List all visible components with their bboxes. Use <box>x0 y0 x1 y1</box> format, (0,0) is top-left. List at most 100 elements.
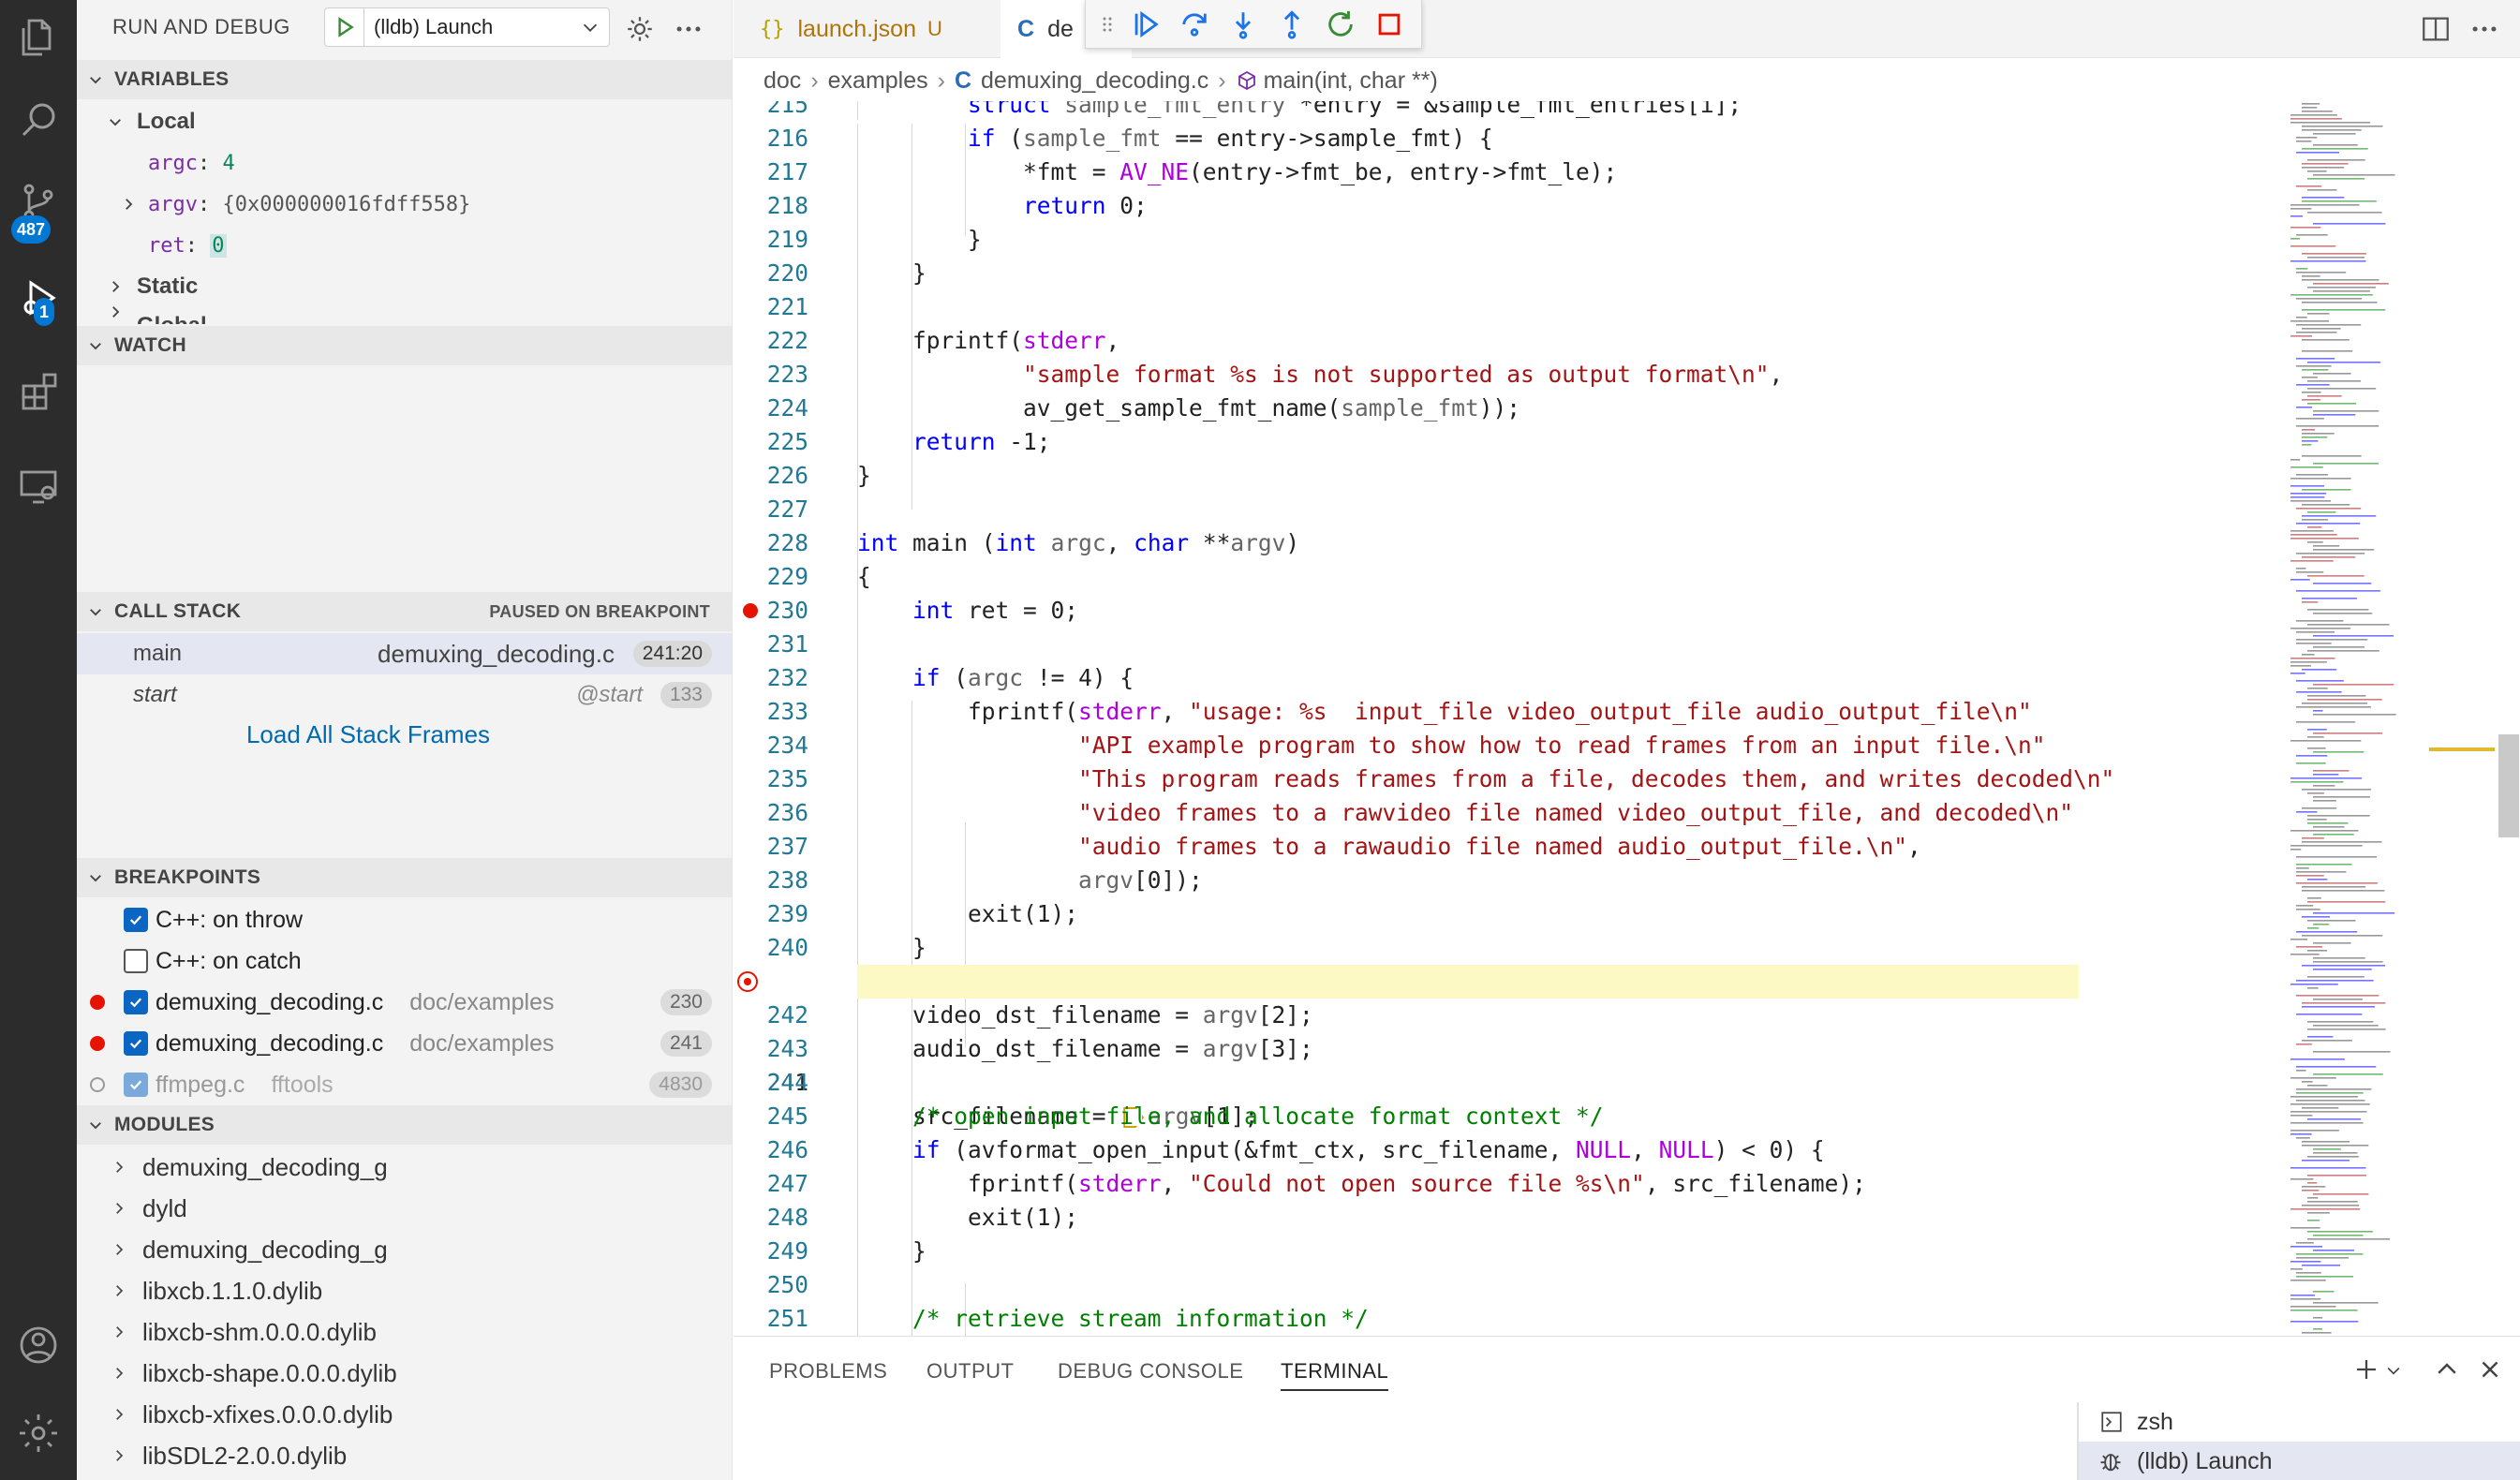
breakpoints-section-header[interactable]: BREAKPOINTS <box>77 858 732 897</box>
terminal-item-lldb[interactable]: (lldb) Launch <box>2079 1442 2520 1480</box>
remote-explorer-icon[interactable] <box>0 450 77 525</box>
modules-section-header[interactable]: MODULES <box>77 1105 732 1145</box>
chevron-down-icon[interactable] <box>2384 1361 2403 1380</box>
checkbox-checked-icon[interactable] <box>124 908 148 932</box>
minimap-line <box>2290 1058 2345 1060</box>
extensions-icon[interactable] <box>0 354 77 429</box>
json-braces-icon: {} <box>760 17 785 41</box>
restart-button[interactable] <box>1316 0 1365 49</box>
minimap-line <box>2313 144 2358 146</box>
module-row[interactable]: libxcb-xfixes.0.0.0.dylib <box>77 1394 732 1435</box>
module-row[interactable]: demuxing_decoding_g <box>77 1229 732 1270</box>
stack-frame-start[interactable]: start @start 133 <box>77 674 732 716</box>
module-name: libxcb-shape.0.0.0.dylib <box>142 1358 397 1387</box>
start-debugging-button[interactable] <box>325 8 364 46</box>
minimap-line <box>2307 815 2370 817</box>
tab-terminal[interactable]: TERMINAL <box>1281 1359 1389 1391</box>
call-stack-section-header[interactable]: CALL STACK PAUSED ON BREAKPOINT <box>77 592 732 631</box>
watch-section-header[interactable]: WATCH <box>77 326 732 365</box>
tab-output[interactable]: OUTPUT <box>926 1359 1014 1384</box>
account-icon[interactable] <box>0 1308 77 1383</box>
breadcrumb-item[interactable]: doc <box>763 67 801 95</box>
module-row[interactable]: dyld <box>77 1188 732 1229</box>
chevron-right-icon: › <box>937 67 945 94</box>
module-row[interactable]: demuxing_decoding_g <box>77 1147 732 1188</box>
settings-gear-icon[interactable] <box>0 1396 77 1471</box>
breakpoint-row[interactable]: demuxing_decoding.c doc/examples 241 <box>77 1023 732 1064</box>
checkbox-checked-icon[interactable] <box>124 1073 148 1097</box>
scrollbar-thumb[interactable] <box>2498 734 2519 837</box>
module-row[interactable]: libSDL2-2.0.0.dylib <box>77 1435 732 1476</box>
variables-section-header[interactable]: VARIABLES <box>77 60 732 99</box>
code-line: 250 <box>734 1268 2289 1302</box>
code-line: 233 fprintf(stderr, "usage: %s input_fil… <box>734 695 2289 729</box>
minimap-line <box>2302 197 2345 199</box>
continue-button[interactable] <box>1121 0 1170 49</box>
module-row[interactable]: libxcb-shm.0.0.0.dylib <box>77 1311 732 1353</box>
line-source: fprintf(stderr, "Could not open source f… <box>857 1170 1866 1197</box>
breadcrumb-item[interactable]: demuxing_decoding.c <box>981 67 1208 95</box>
module-row[interactable]: libxcb-shape.0.0.0.dylib <box>77 1353 732 1394</box>
step-over-button[interactable] <box>1170 0 1219 49</box>
minimap-line <box>2290 740 2362 742</box>
breakpoint-row[interactable]: ffmpeg.c fftools 4830 <box>77 1064 732 1105</box>
chevron-right-icon <box>109 1200 129 1217</box>
checkbox-checked-icon[interactable] <box>124 1031 148 1056</box>
search-icon[interactable] <box>0 82 77 157</box>
minimap-line <box>2302 1332 2332 1334</box>
vertical-scrollbar[interactable] <box>2495 101 2520 1336</box>
minimap-line <box>2313 733 2383 734</box>
gear-icon[interactable] <box>624 13 656 45</box>
variable-row[interactable]: argc: 4 <box>77 142 732 184</box>
load-all-stack-frames-link[interactable]: Load All Stack Frames <box>246 720 490 749</box>
scope-static[interactable]: Static <box>77 266 732 307</box>
breadcrumb-item[interactable]: main(int, char **) <box>1264 67 1438 95</box>
breadcrumb-item[interactable]: examples <box>828 67 928 95</box>
scope-global[interactable]: Global <box>77 303 732 324</box>
scope-global-label: Global <box>137 313 207 324</box>
minimap-line <box>2302 1002 2386 1004</box>
step-out-button[interactable] <box>1267 0 1316 49</box>
bottom-panel: PROBLEMS OUTPUT DEBUG CONSOLE TERMINAL z… <box>734 1336 2520 1480</box>
minimap-line <box>2313 1193 2369 1195</box>
add-terminal-icon[interactable] <box>2352 1355 2380 1384</box>
code-editor[interactable]: 215 struct sample_fmt_entry *entry = &sa… <box>734 101 2289 1336</box>
chevron-down-icon[interactable] <box>571 17 609 37</box>
more-actions-icon[interactable] <box>673 13 704 45</box>
more-actions-icon[interactable] <box>2468 13 2500 45</box>
code-line: 238 argv[0]); <box>734 864 2289 897</box>
minimap-line <box>2296 871 2347 873</box>
terminal-item-zsh[interactable]: zsh <box>2079 1402 2520 1442</box>
minimap-line <box>2296 152 2340 154</box>
tab-debug-console[interactable]: DEBUG CONSOLE <box>1058 1359 1243 1384</box>
step-out-icon <box>1283 9 1300 39</box>
close-panel-icon[interactable] <box>2476 1355 2504 1384</box>
breakpoint-path: doc/examples <box>409 988 555 1015</box>
step-into-button[interactable] <box>1219 0 1267 49</box>
maximize-panel-icon[interactable] <box>2433 1355 2461 1384</box>
minimap-line <box>2296 643 2332 644</box>
tab-launch-json[interactable]: {} launch.json U <box>760 0 1013 58</box>
scope-local[interactable]: Local <box>77 101 732 142</box>
variable-row[interactable]: ret: 0 <box>77 225 732 266</box>
variable-row[interactable]: argv: {0x000000016fdff558} <box>77 184 732 225</box>
tab-problems[interactable]: PROBLEMS <box>769 1359 887 1384</box>
breakpoint-row[interactable]: C++: on catch <box>77 940 732 982</box>
minimap-line <box>2307 1220 2320 1221</box>
minimap[interactable] <box>2289 101 2495 1336</box>
stack-frame-main[interactable]: main demuxing_decoding.c 241:20 <box>77 633 732 674</box>
minimap-line <box>2307 541 2323 543</box>
breakpoint-unverified-icon <box>90 1077 105 1092</box>
breakpoint-row[interactable]: C++: on throw <box>77 899 732 940</box>
drag-handle-icon[interactable] <box>1093 0 1121 49</box>
stop-button[interactable] <box>1365 0 1414 49</box>
launch-config-select[interactable]: (lldb) Launch <box>324 7 610 47</box>
checkbox-checked-icon[interactable] <box>124 990 148 1014</box>
split-editor-icon[interactable] <box>2420 13 2452 45</box>
explorer-icon[interactable] <box>0 0 77 75</box>
breakpoint-row[interactable]: demuxing_decoding.c doc/examples 230 <box>77 982 732 1023</box>
minimap-line <box>2290 1103 2370 1105</box>
stopped-breakpoint-icon[interactable] <box>737 971 758 992</box>
module-row[interactable]: libxcb.1.1.0.dylib <box>77 1270 732 1311</box>
checkbox-unchecked-icon[interactable] <box>124 949 148 973</box>
